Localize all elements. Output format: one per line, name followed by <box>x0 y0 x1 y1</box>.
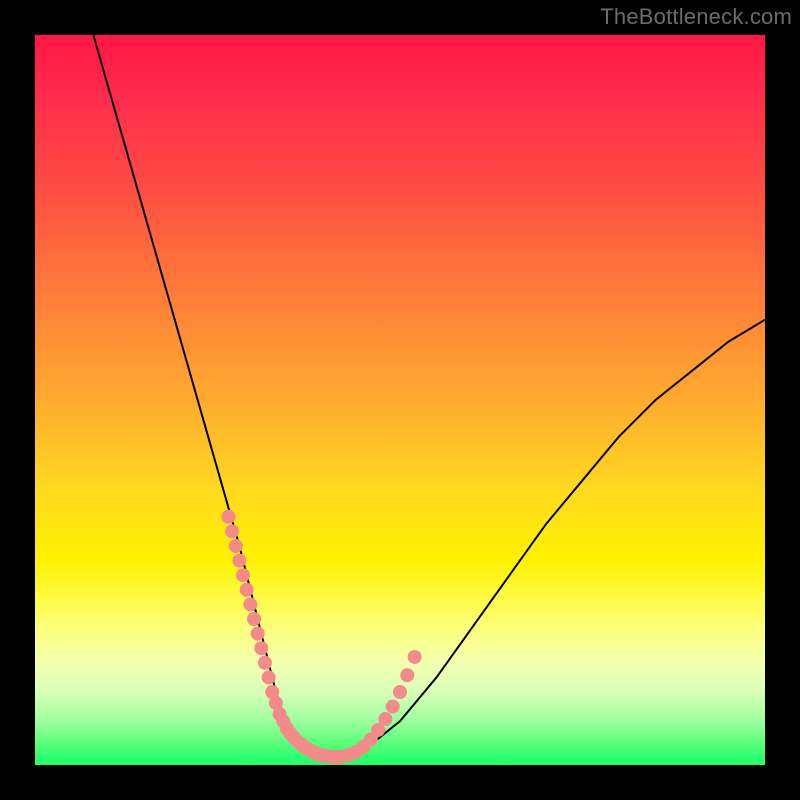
marker-dot <box>386 700 400 714</box>
marker-dot <box>393 685 407 699</box>
marker-dot <box>254 641 268 655</box>
marker-dot <box>378 712 392 726</box>
marker-dot <box>400 668 414 682</box>
marker-dot <box>247 612 261 626</box>
marker-dot <box>408 650 422 664</box>
marker-dot <box>240 583 254 597</box>
watermark-text: TheBottleneck.com <box>600 4 792 30</box>
marker-dot <box>243 597 257 611</box>
marker-dot <box>232 554 246 568</box>
marker-dot <box>225 524 239 538</box>
marker-dot <box>258 656 272 670</box>
plot-area <box>35 35 765 765</box>
chart-frame: TheBottleneck.com <box>0 0 800 800</box>
marker-dot <box>262 670 276 684</box>
curve-line <box>93 35 765 758</box>
marker-dot <box>221 510 235 524</box>
marker-dot <box>229 539 243 553</box>
bottleneck-curve <box>35 35 765 765</box>
marker-dot <box>236 568 250 582</box>
marker-dot <box>251 627 265 641</box>
curve-markers <box>221 510 421 764</box>
